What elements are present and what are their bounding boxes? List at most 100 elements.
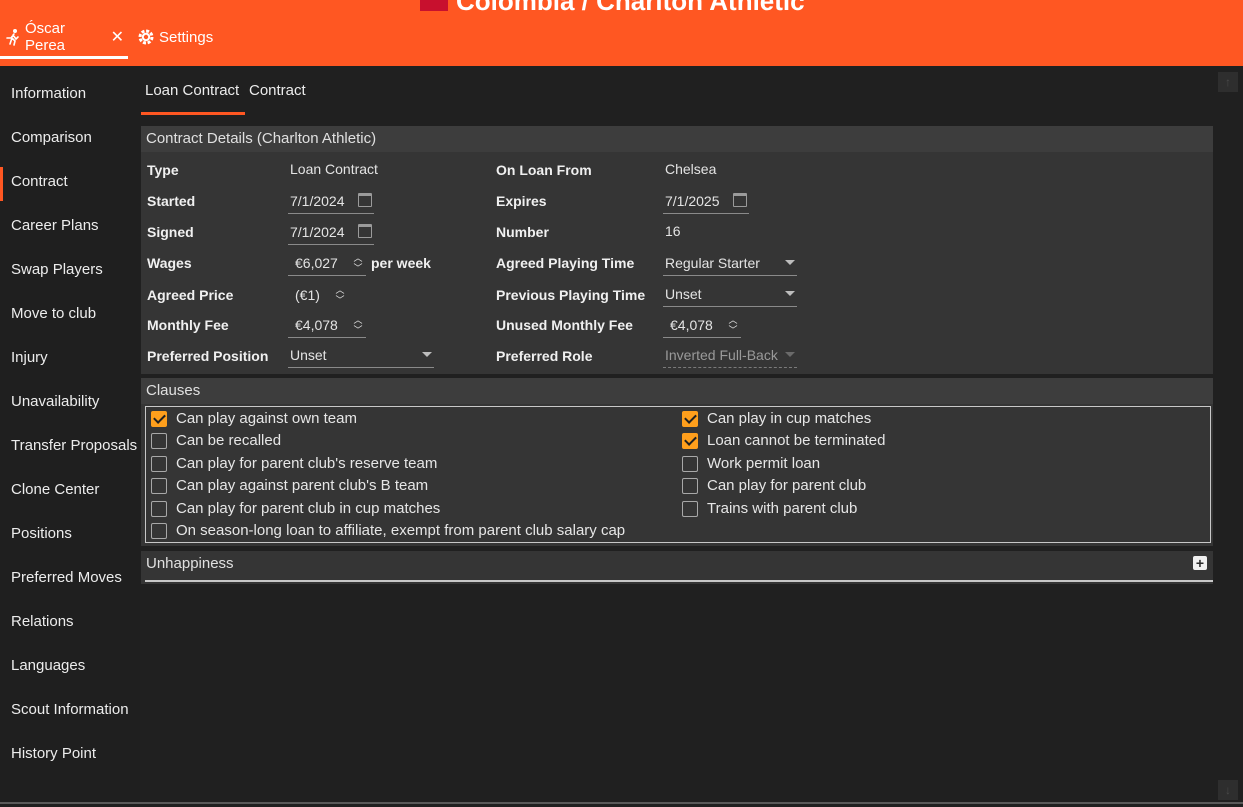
tab-contract[interactable]: Contract [249, 76, 306, 106]
preferred-role-select: Inverted Full-Back [663, 342, 797, 368]
app-header: Colombia / Charlton Athletic Óscar Perea… [0, 0, 1243, 66]
unhappiness-header[interactable]: Unhappiness [141, 551, 1213, 577]
wages-value: €6,027 [295, 254, 338, 271]
tab-player[interactable]: Óscar Perea ✕ [0, 20, 128, 59]
clause-season-long-affiliate[interactable]: On season-long loan to affiliate, exempt… [151, 522, 625, 539]
sidebar-item-unavailability[interactable]: Unavailability [0, 387, 140, 417]
stepper-arrows-icon[interactable]: ︿ ﹀ [352, 312, 364, 338]
checkbox[interactable] [151, 455, 167, 472]
player-tabbar: Óscar Perea ✕ Settings [0, 20, 217, 60]
clause-can-be-recalled[interactable]: Can be recalled [151, 432, 281, 449]
close-icon[interactable]: ✕ [111, 27, 124, 47]
monthly-fee-stepper[interactable]: €4,078 ︿ ﹀ [288, 312, 366, 338]
calendar-icon[interactable] [733, 193, 747, 207]
sidebar-item-transfer-proposals[interactable]: Transfer Proposals [0, 431, 140, 461]
sidebar-item-swap-players[interactable]: Swap Players [0, 255, 140, 285]
divider [145, 580, 1213, 582]
clause-label: Can play in cup matches [707, 410, 872, 427]
previous-playing-time-value: Unset [665, 285, 702, 302]
started-date-field[interactable]: 7/1/2024 [288, 188, 374, 214]
sidebar-item-scout-information[interactable]: Scout Information [0, 695, 140, 725]
clause-can-play-against-own-team[interactable]: Can play against own team [151, 410, 357, 427]
checkbox[interactable] [151, 500, 167, 517]
agreed-price-stepper[interactable]: (€1) ︿ ﹀ [288, 282, 348, 308]
chevron-down-icon [785, 352, 795, 357]
signed-date-value: 7/1/2024 [290, 223, 345, 240]
unhappiness-panel[interactable]: Unhappiness + [141, 551, 1213, 584]
checkbox[interactable] [682, 410, 698, 427]
signed-label: Signed [147, 224, 194, 240]
tab-settings[interactable]: Settings [132, 22, 217, 52]
clauses-header: Clauses [141, 378, 1213, 404]
sidebar-item-contract[interactable]: Contract [0, 167, 140, 201]
checkbox[interactable] [682, 500, 698, 517]
signed-date-field[interactable]: 7/1/2024 [288, 219, 374, 245]
page-title-text: Colombia / Charlton Athletic [456, 0, 805, 16]
sidebar-item-information[interactable]: Information [0, 79, 140, 109]
expand-plus-icon[interactable]: + [1193, 556, 1207, 570]
clause-work-permit-loan[interactable]: Work permit loan [682, 455, 820, 472]
on-loan-from-value: Chelsea [665, 161, 717, 177]
checkbox[interactable] [151, 432, 167, 449]
clause-parent-reserve-team[interactable]: Can play for parent club's reserve team [151, 455, 437, 472]
checkbox[interactable] [682, 432, 698, 449]
sidebar-item-relations[interactable]: Relations [0, 607, 140, 637]
unused-monthly-fee-stepper[interactable]: €4,078 ︿ ﹀ [663, 312, 741, 338]
clause-can-play-for-parent-club[interactable]: Can play for parent club [682, 477, 866, 494]
agreed-playing-time-select[interactable]: Regular Starter [663, 250, 797, 276]
checkbox[interactable] [151, 410, 167, 427]
preferred-position-select[interactable]: Unset [288, 342, 434, 368]
clause-loan-cannot-be-terminated[interactable]: Loan cannot be terminated [682, 432, 885, 449]
scroll-up-arrow-icon[interactable]: ↑ [1218, 72, 1238, 92]
wages-label: Wages [147, 255, 192, 271]
clause-trains-with-parent-club[interactable]: Trains with parent club [682, 500, 857, 517]
agreed-price-value: (€1) [295, 287, 320, 303]
expires-label: Expires [496, 193, 547, 209]
contract-details-header: Contract Details (Charlton Athletic) [141, 126, 1213, 152]
sidebar-item-preferred-moves[interactable]: Preferred Moves [0, 563, 140, 593]
stepper-arrows-icon[interactable]: ︿ ﹀ [727, 312, 739, 338]
gear-icon [136, 27, 156, 47]
clause-parent-club-cup-matches[interactable]: Can play for parent club in cup matches [151, 500, 440, 517]
sidebar-item-career-plans[interactable]: Career Plans [0, 211, 140, 241]
sidebar-item-positions[interactable]: Positions [0, 519, 140, 549]
clause-label: Trains with parent club [707, 500, 858, 517]
checkbox[interactable] [151, 477, 167, 494]
preferred-role-label: Preferred Role [496, 348, 593, 364]
sidebar-item-injury[interactable]: Injury [0, 343, 140, 373]
preferred-position-value: Unset [290, 346, 327, 363]
sidebar-item-languages[interactable]: Languages [0, 651, 140, 681]
checkbox[interactable] [682, 477, 698, 494]
clause-parent-b-team[interactable]: Can play against parent club's B team [151, 477, 428, 494]
started-date-value: 7/1/2024 [290, 192, 345, 209]
sidebar-item-history-point[interactable]: History Point [0, 739, 140, 769]
sidebar-item-clone-center[interactable]: Clone Center [0, 475, 140, 505]
stepper-arrows-icon[interactable]: ︿ ﹀ [334, 282, 346, 308]
clause-label: Can play against parent club's B team [176, 477, 429, 494]
calendar-icon[interactable] [358, 193, 372, 207]
expires-date-field[interactable]: 7/1/2025 [663, 188, 749, 214]
type-label: Type [147, 162, 179, 178]
clause-label: Loan cannot be terminated [707, 432, 886, 449]
sidebar: Information Comparison Contract Career P… [0, 66, 140, 807]
number-label: Number [496, 224, 549, 240]
agreed-playing-time-label: Agreed Playing Time [496, 255, 635, 271]
tab-player-label: Óscar Perea [25, 20, 66, 54]
type-value: Loan Contract [290, 161, 378, 177]
wages-stepper[interactable]: €6,027 ︿ ﹀ [288, 250, 366, 276]
clauses-panel: Clauses Can play against own team Can be… [141, 378, 1213, 546]
clause-can-play-in-cup-matches[interactable]: Can play in cup matches [682, 410, 871, 427]
checkbox[interactable] [682, 455, 698, 472]
sidebar-item-move-to-club[interactable]: Move to club [0, 299, 140, 329]
chevron-down-icon [785, 260, 795, 265]
wages-suffix: per week [371, 255, 431, 271]
contract-details-panel: Contract Details (Charlton Athletic) Typ… [141, 126, 1213, 374]
checkbox[interactable] [151, 522, 167, 539]
stepper-arrows-icon[interactable]: ︿ ﹀ [352, 250, 364, 276]
sidebar-item-comparison[interactable]: Comparison [0, 123, 140, 153]
unused-monthly-fee-value: €4,078 [670, 316, 713, 333]
calendar-icon[interactable] [358, 224, 372, 238]
scroll-down-arrow-icon[interactable]: ↓ [1218, 780, 1238, 800]
tab-loan-contract[interactable]: Loan Contract [140, 76, 246, 115]
previous-playing-time-select[interactable]: Unset [663, 281, 797, 307]
